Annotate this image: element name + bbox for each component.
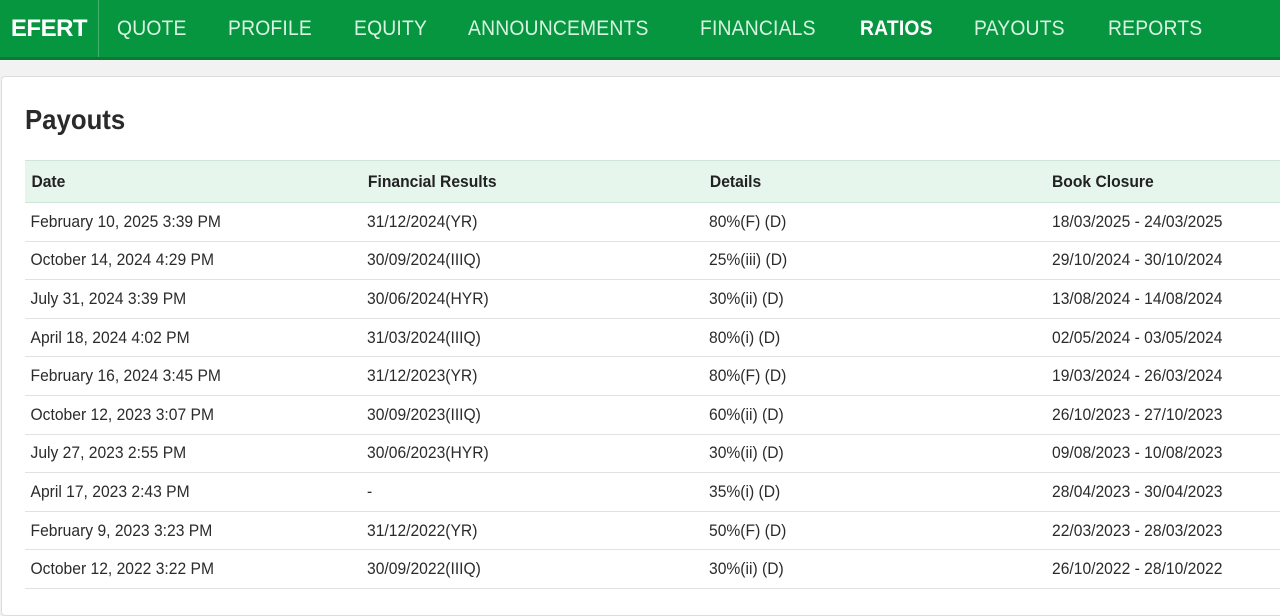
details-cell: 50%(F) (D) xyxy=(709,520,787,540)
payouts-table: Date Financial Results Details Book Clos… xyxy=(25,160,1280,589)
date-cell: July 31, 2024 3:39 PM xyxy=(30,288,187,308)
date-cell: October 14, 2024 4:29 PM xyxy=(30,250,214,270)
date-cell: October 12, 2023 3:07 PM xyxy=(30,404,214,424)
financial-results-cell: 30/06/2023(HYR) xyxy=(367,443,489,463)
book-closure-cell: 29/10/2024 - 30/10/2024 xyxy=(1052,250,1223,270)
date-cell: February 10, 2025 3:39 PM xyxy=(30,211,221,231)
table-row: October 14, 2024 4:29 PM 30/09/2024(IIIQ)… xyxy=(25,242,1280,281)
table-row: October 12, 2022 3:22 PM 30/09/2022(IIIQ)… xyxy=(25,550,1280,589)
column-header-date: Date xyxy=(31,171,66,191)
column-header-details: Details xyxy=(709,171,762,191)
financial-results-cell: 30/09/2023(IIIQ) xyxy=(367,404,481,424)
column-header-book-closure: Book Closure xyxy=(1052,171,1154,191)
table-row: April 18, 2024 4:02 PM 31/03/2024(IIIQ) 80… xyxy=(25,319,1280,358)
details-cell: 80%(i) (D) xyxy=(709,327,781,347)
table-row: July 27, 2023 2:55 PM 30/06/2023(HYR) 30%(… xyxy=(25,435,1280,474)
tab-profile[interactable]: PROFILE xyxy=(228,17,312,41)
book-closure-cell: 19/03/2024 - 26/03/2024 xyxy=(1052,366,1223,386)
details-cell: 30%(ii) (D) xyxy=(709,559,784,579)
tab-ratios[interactable]: RATIOS xyxy=(860,17,933,41)
details-cell: 80%(F) (D) xyxy=(709,211,787,231)
date-cell: October 12, 2022 3:22 PM xyxy=(30,559,214,579)
tab-equity[interactable]: EQUITY xyxy=(354,17,427,41)
tab-reports[interactable]: REPORTS xyxy=(1108,17,1202,41)
table-row: February 10, 2025 3:39 PM 31/12/2024(YR) 8… xyxy=(25,203,1280,242)
book-closure-cell: 13/08/2024 - 14/08/2024 xyxy=(1052,288,1223,308)
table-row: February 9, 2023 3:23 PM 31/12/2022(YR) 50… xyxy=(25,512,1280,551)
details-cell: 60%(ii) (D) xyxy=(709,404,784,424)
tab-announcements[interactable]: ANNOUNCEMENTS xyxy=(468,17,649,41)
financial-results-cell: 30/09/2024(IIIQ) xyxy=(367,250,481,270)
book-closure-cell: 09/08/2023 - 10/08/2023 xyxy=(1052,443,1223,463)
table-row: October 12, 2023 3:07 PM 30/09/2023(IIIQ)… xyxy=(25,396,1280,435)
financial-results-cell: - xyxy=(367,481,373,501)
date-cell: July 27, 2023 2:55 PM xyxy=(30,443,187,463)
tab-financials[interactable]: FINANCIALS xyxy=(700,17,816,41)
financial-results-cell: 31/12/2024(YR) xyxy=(367,211,478,231)
details-cell: 30%(ii) (D) xyxy=(709,443,784,463)
book-closure-cell: 18/03/2025 - 24/03/2025 xyxy=(1052,211,1223,231)
book-closure-cell: 26/10/2023 - 27/10/2023 xyxy=(1052,404,1223,424)
tab-quote[interactable]: QUOTE xyxy=(117,17,187,41)
book-closure-cell: 22/03/2023 - 28/03/2023 xyxy=(1052,520,1223,540)
date-cell: April 17, 2023 2:43 PM xyxy=(30,481,190,501)
table-row: February 16, 2024 3:45 PM 31/12/2023(YR) 8… xyxy=(25,357,1280,396)
nav-tabs: QUOTE PROFILE EQUITY ANNOUNCEMENTS FINAN… xyxy=(99,0,1245,57)
stock-symbol[interactable]: EFERT xyxy=(0,0,99,57)
date-cell: April 18, 2024 4:02 PM xyxy=(30,327,190,347)
payouts-card: Payouts Date Financial Results Details B… xyxy=(1,76,1280,616)
financial-results-cell: 31/12/2022(YR) xyxy=(367,520,478,540)
date-cell: February 16, 2024 3:45 PM xyxy=(30,366,221,386)
tab-payouts[interactable]: PAYOUTS xyxy=(974,17,1065,41)
column-header-financial-results: Financial Results xyxy=(367,171,497,191)
details-cell: 35%(i) (D) xyxy=(709,481,781,501)
book-closure-cell: 28/04/2023 - 30/04/2023 xyxy=(1052,481,1223,501)
top-navigation-bar: EFERT QUOTE PROFILE EQUITY ANNOUNCEMENTS… xyxy=(0,0,1280,60)
financial-results-cell: 30/09/2022(IIIQ) xyxy=(367,559,481,579)
details-cell: 30%(ii) (D) xyxy=(709,288,784,308)
book-closure-cell: 02/05/2024 - 03/05/2024 xyxy=(1052,327,1223,347)
page-title: Payouts xyxy=(25,104,126,135)
table-header-row: Date Financial Results Details Book Clos… xyxy=(25,160,1280,203)
book-closure-cell: 26/10/2022 - 28/10/2022 xyxy=(1052,559,1223,579)
financial-results-cell: 31/12/2023(YR) xyxy=(367,366,478,386)
details-cell: 80%(F) (D) xyxy=(709,366,787,386)
financial-results-cell: 31/03/2024(IIIQ) xyxy=(367,327,481,347)
table-row: April 17, 2023 2:43 PM - 35%(i) (D) 28/04/2… xyxy=(25,473,1280,512)
date-cell: February 9, 2023 3:23 PM xyxy=(30,520,213,540)
table-body: February 10, 2025 3:39 PM 31/12/2024(YR) 8… xyxy=(25,203,1280,589)
table-row: July 31, 2024 3:39 PM 30/06/2024(HYR) 30%(… xyxy=(25,280,1280,319)
financial-results-cell: 30/06/2024(HYR) xyxy=(367,288,489,308)
details-cell: 25%(iii) (D) xyxy=(709,250,788,270)
